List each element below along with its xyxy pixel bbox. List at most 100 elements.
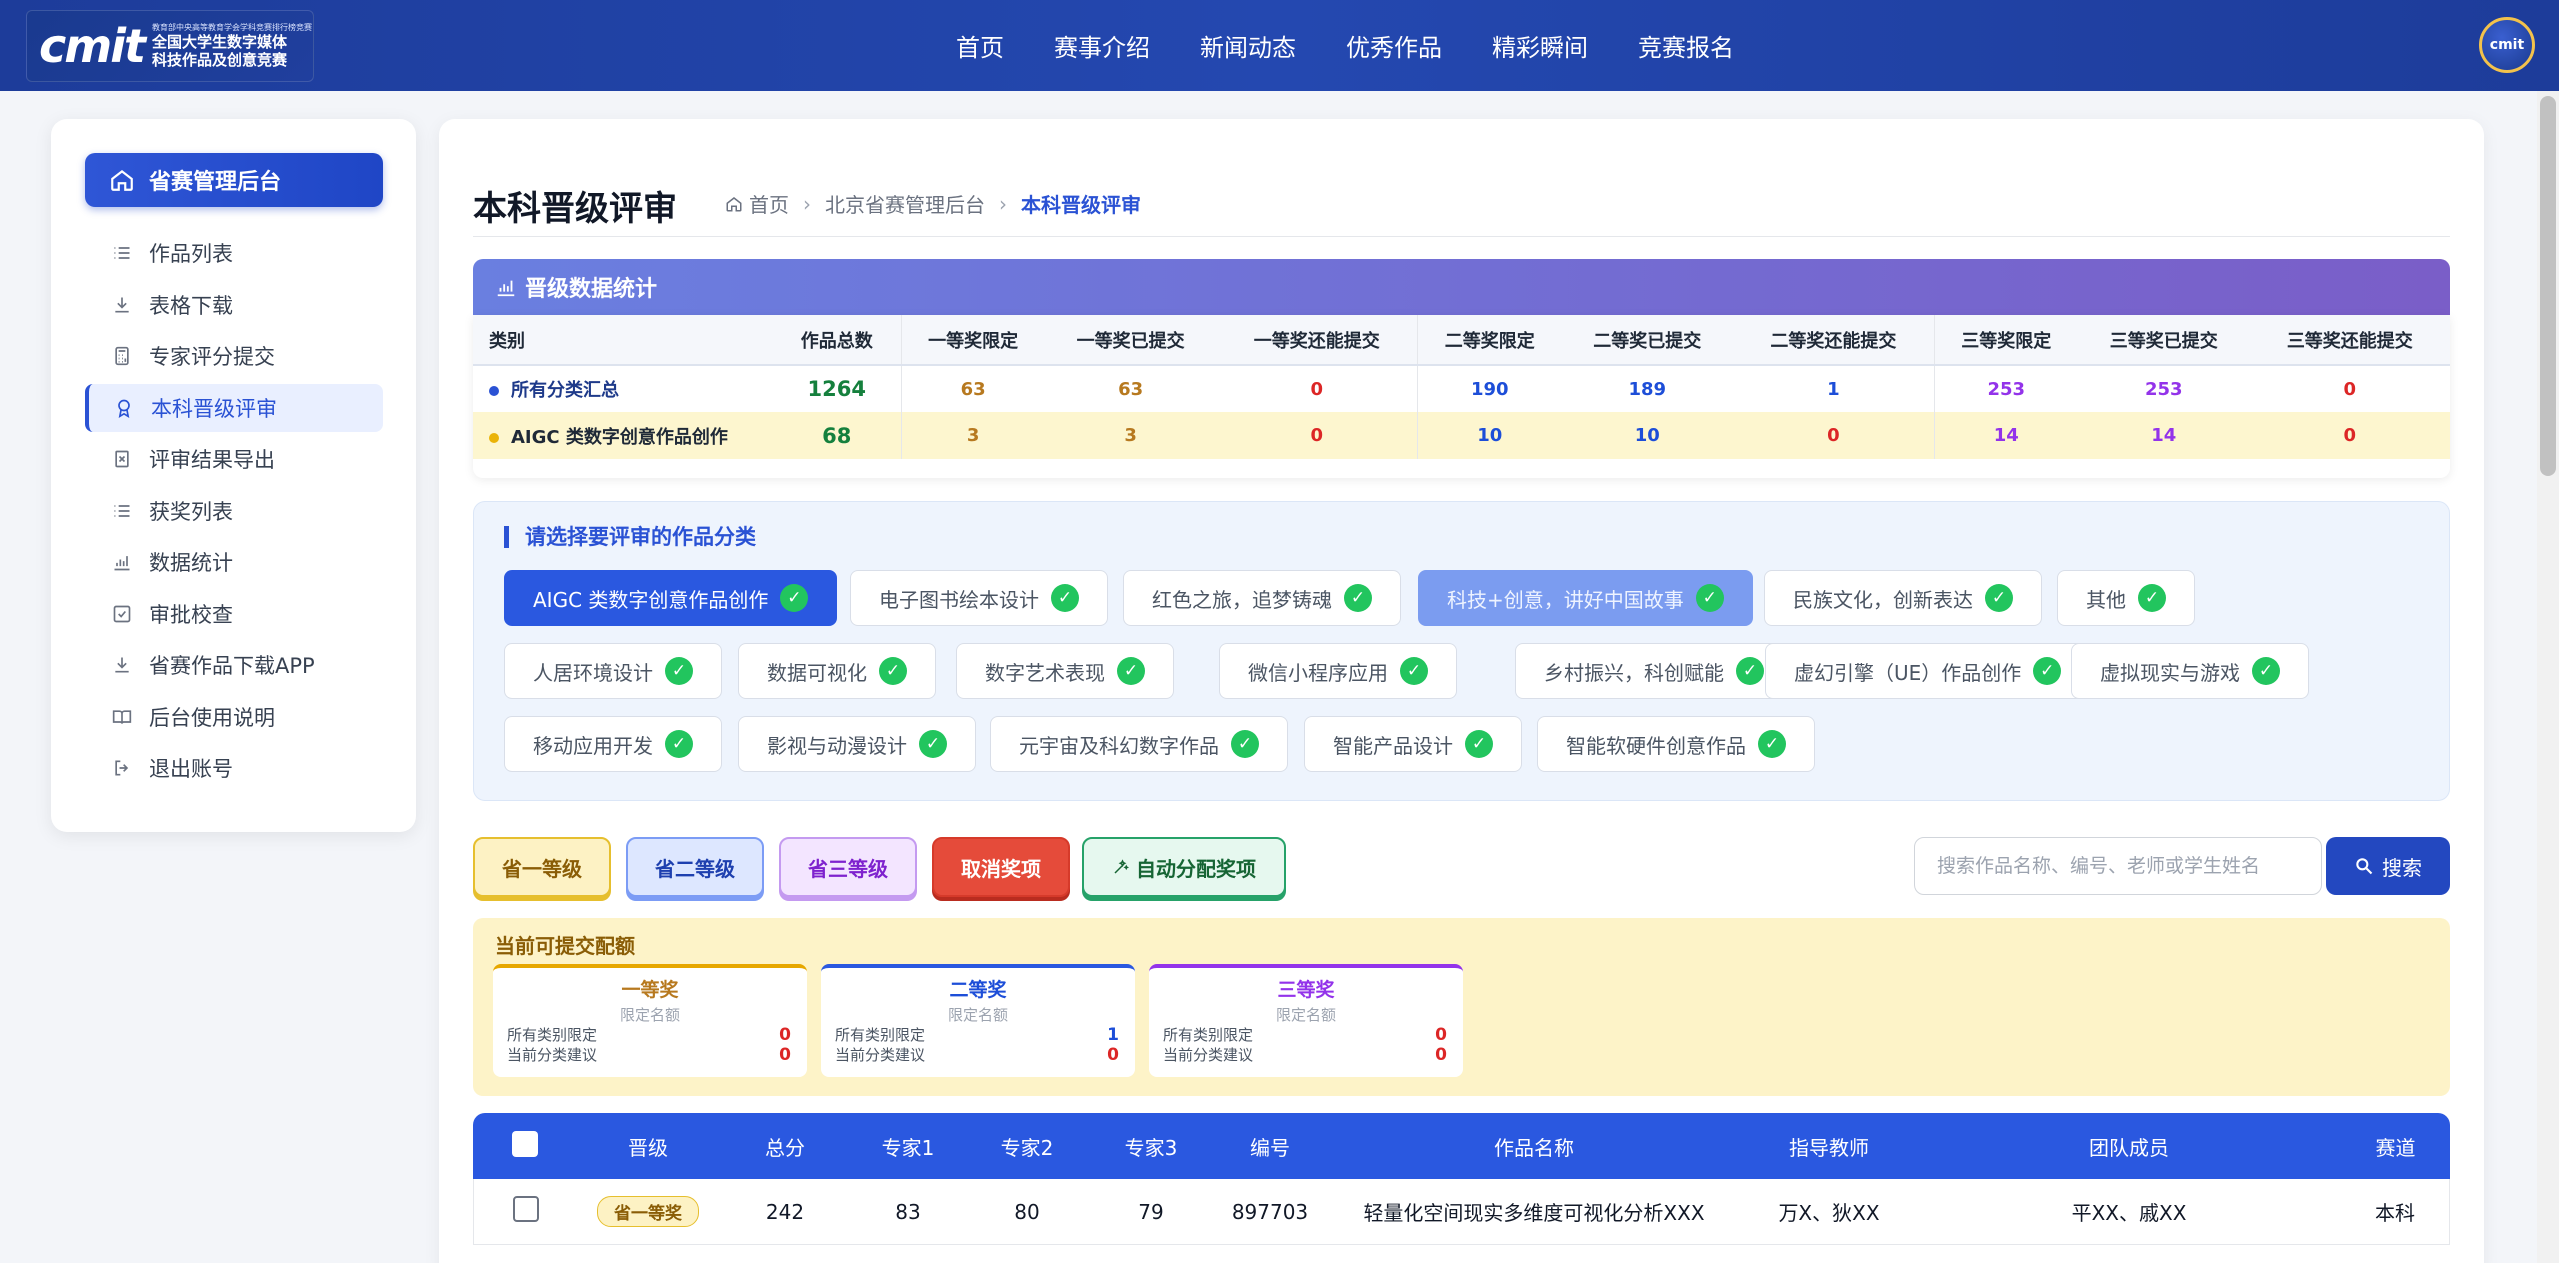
category-chip[interactable]: 电子图书绘本设计 ✓: [850, 570, 1108, 626]
breadcrumb-admin[interactable]: 北京省赛管理后台: [825, 189, 985, 218]
nav-intro[interactable]: 赛事介绍: [1054, 28, 1150, 63]
works-table-header: 晋级 总分 专家1 专家2 专家3 编号 作品名称 指导教师 团队成员 赛道: [473, 1113, 2450, 1179]
download-icon: [111, 294, 133, 316]
nav-home[interactable]: 首页: [956, 28, 1004, 63]
check-circle-icon: ✓: [1400, 657, 1428, 685]
breadcrumb-current: 本科晋级评审: [1021, 193, 1141, 217]
main-nav: 首页 赛事介绍 新闻动态 优秀作品 精彩瞬间 竞赛报名: [956, 0, 1784, 91]
category-chip[interactable]: 智能软硬件创意作品 ✓: [1537, 716, 1815, 772]
scrollbar-thumb[interactable]: [2540, 96, 2556, 476]
check-circle-icon: ✓: [1736, 657, 1764, 685]
nav-news[interactable]: 新闻动态: [1200, 28, 1296, 63]
sidebar-item-expert-score[interactable]: 专家评分提交: [85, 332, 383, 380]
sidebar-title[interactable]: 省赛管理后台: [85, 153, 383, 207]
sidebar-item-award-list[interactable]: 获奖列表: [85, 487, 383, 535]
checkbox-icon: [111, 603, 133, 625]
sidebar-item-results-export[interactable]: 评审结果导出: [85, 435, 383, 483]
sidebar-item-promotion-review[interactable]: 本科晋级评审: [85, 383, 383, 432]
quota-panel: 当前可提交配额 一等奖 限定名额 所有类别限定 0 当前分类建议 0 二等奖 限定名…: [473, 918, 2450, 1096]
check-circle-icon: ✓: [1344, 584, 1372, 612]
bar-chart-icon: [497, 280, 515, 297]
check-circle-icon: ✓: [2033, 657, 2062, 685]
nav-works[interactable]: 优秀作品: [1346, 28, 1442, 63]
magic-wand-icon: [1114, 859, 1130, 874]
search-button[interactable]: 搜索: [2326, 837, 2450, 895]
cancel-prize-button[interactable]: 取消奖项: [932, 837, 1070, 897]
stats-table-container: 类别 作品总数 一等奖限定 一等奖已提交 一等奖还能提交 二等奖限定 二等奖已提…: [473, 315, 2450, 478]
sidebar: 省赛管理后台 作品列表 表格下载 专家评分提交 本科晋级评审 评审结果导出 获奖…: [51, 119, 416, 832]
category-chip[interactable]: 红色之旅，追梦铸魂 ✓: [1123, 570, 1401, 626]
book-icon: [111, 706, 133, 728]
site-logo[interactable]: cmit 教育部中央高等教育学会学科竞赛排行榜竞赛 全国大学生数字媒体 科技作品…: [26, 10, 314, 82]
category-chip[interactable]: 数据可视化 ✓: [738, 643, 936, 699]
select-all-checkbox[interactable]: [512, 1130, 538, 1157]
check-circle-icon: ✓: [665, 730, 693, 758]
category-chip[interactable]: 乡村振兴，科创赋能 ✓: [1515, 643, 1793, 699]
category-chip[interactable]: 微信小程序应用 ✓: [1219, 643, 1457, 699]
category-chip[interactable]: 元宇宙及科幻数字作品 ✓: [990, 716, 1288, 772]
check-circle-icon: ✓: [665, 657, 693, 685]
level-badge: 省一等奖: [597, 1196, 699, 1227]
check-circle-icon: ✓: [2138, 584, 2166, 612]
dot-icon: [489, 432, 499, 443]
check-circle-icon: ✓: [780, 584, 809, 612]
sidebar-item-logout[interactable]: 退出账号: [85, 744, 383, 792]
category-chip[interactable]: 其他 ✓: [2057, 570, 2195, 626]
search-icon: [2356, 858, 2373, 875]
category-selector: 请选择要评审的作品分类 AIGC 类数字创意作品创作 ✓ 电子图书绘本设计 ✓ 红色…: [473, 501, 2450, 801]
auto-assign-button[interactable]: 自动分配奖项: [1082, 837, 1286, 897]
nav-moments[interactable]: 精彩瞬间: [1492, 28, 1588, 63]
nav-signup[interactable]: 竞赛报名: [1638, 28, 1734, 63]
breadcrumb: 首页 › 北京省赛管理后台 › 本科晋级评审: [725, 189, 1141, 218]
check-circle-icon: ✓: [879, 657, 907, 685]
category-chip[interactable]: 民族文化，创新表达 ✓: [1764, 570, 2042, 626]
category-chip[interactable]: 虚拟现实与游戏 ✓: [2071, 643, 2309, 699]
sidebar-item-user-guide[interactable]: 后台使用说明: [85, 693, 383, 741]
quota-card-second: 二等奖 限定名额 所有类别限定 1 当前分类建议 0: [821, 964, 1135, 1077]
stats-row-all: 所有分类汇总 1264 63 63 0 190 189 1 253 253 0: [473, 365, 2450, 412]
category-chip[interactable]: AIGC 类数字创意作品创作 ✓: [504, 570, 838, 626]
sidebar-item-sheet-download[interactable]: 表格下载: [85, 281, 383, 329]
set-second-prize-button[interactable]: 省二等级: [626, 837, 764, 897]
stats-header: 晋级数据统计: [473, 259, 2450, 315]
divider: [473, 236, 2450, 237]
category-chip[interactable]: 影视与动漫设计 ✓: [738, 716, 976, 772]
category-chip[interactable]: 科技+创意，讲好中国故事 ✓: [1418, 570, 1753, 626]
check-circle-icon: ✓: [1985, 584, 2013, 612]
search-input[interactable]: [1914, 837, 2322, 895]
category-chip[interactable]: 虚幻引擎（UE）作品创作 ✓: [1765, 643, 2091, 699]
quota-title: 当前可提交配额: [495, 934, 635, 958]
check-circle-icon: ✓: [1117, 657, 1145, 685]
sidebar-item-statistics[interactable]: 数据统计: [85, 538, 383, 586]
category-chip[interactable]: 人居环境设计 ✓: [504, 643, 722, 699]
check-circle-icon: ✓: [1231, 730, 1259, 758]
check-circle-icon: ✓: [1051, 584, 1079, 612]
logo-title-line-2: 科技作品及创意竞赛: [151, 51, 287, 69]
check-circle-icon: ✓: [919, 730, 947, 758]
stats-row-current: AIGC 类数字创意作品创作 68 3 3 0 10 10 0 14 14 0: [473, 412, 2450, 459]
bar-chart-icon: [111, 551, 133, 573]
home-icon: [726, 196, 742, 211]
sidebar-item-approval-check[interactable]: 审批校查: [85, 590, 383, 638]
export-file-icon: [111, 448, 133, 470]
logo-title-line-1: 全国大学生数字媒体: [151, 33, 287, 51]
category-chip[interactable]: 数字艺术表现 ✓: [956, 643, 1174, 699]
user-avatar[interactable]: cmit: [2479, 17, 2535, 73]
check-circle-icon: ✓: [1758, 730, 1786, 758]
dot-icon: [489, 386, 499, 396]
category-title: 请选择要评审的作品分类: [504, 526, 756, 548]
logout-icon: [111, 757, 133, 779]
set-third-prize-button[interactable]: 省三等级: [779, 837, 917, 897]
stats-header-row: 类别 作品总数 一等奖限定 一等奖已提交 一等奖还能提交 二等奖限定 二等奖已提…: [473, 315, 2450, 366]
row-checkbox[interactable]: [512, 1196, 539, 1222]
sidebar-menu: 作品列表 表格下载 专家评分提交 本科晋级评审 评审结果导出 获奖列表 数据统计: [85, 229, 383, 796]
download-icon: [111, 654, 133, 676]
sidebar-item-works-list[interactable]: 作品列表: [85, 229, 383, 277]
home-icon: [111, 169, 133, 191]
sidebar-item-download-app[interactable]: 省赛作品下载APP: [85, 641, 383, 689]
set-first-prize-button[interactable]: 省一等级: [473, 837, 611, 897]
category-chip[interactable]: 移动应用开发 ✓: [504, 716, 722, 772]
table-row[interactable]: 省一等奖 242 83 80 79 897703 轻量化空间现实多维度可视化分析…: [473, 1179, 2450, 1245]
category-chip[interactable]: 智能产品设计 ✓: [1304, 716, 1522, 772]
breadcrumb-home[interactable]: 首页: [749, 189, 789, 218]
